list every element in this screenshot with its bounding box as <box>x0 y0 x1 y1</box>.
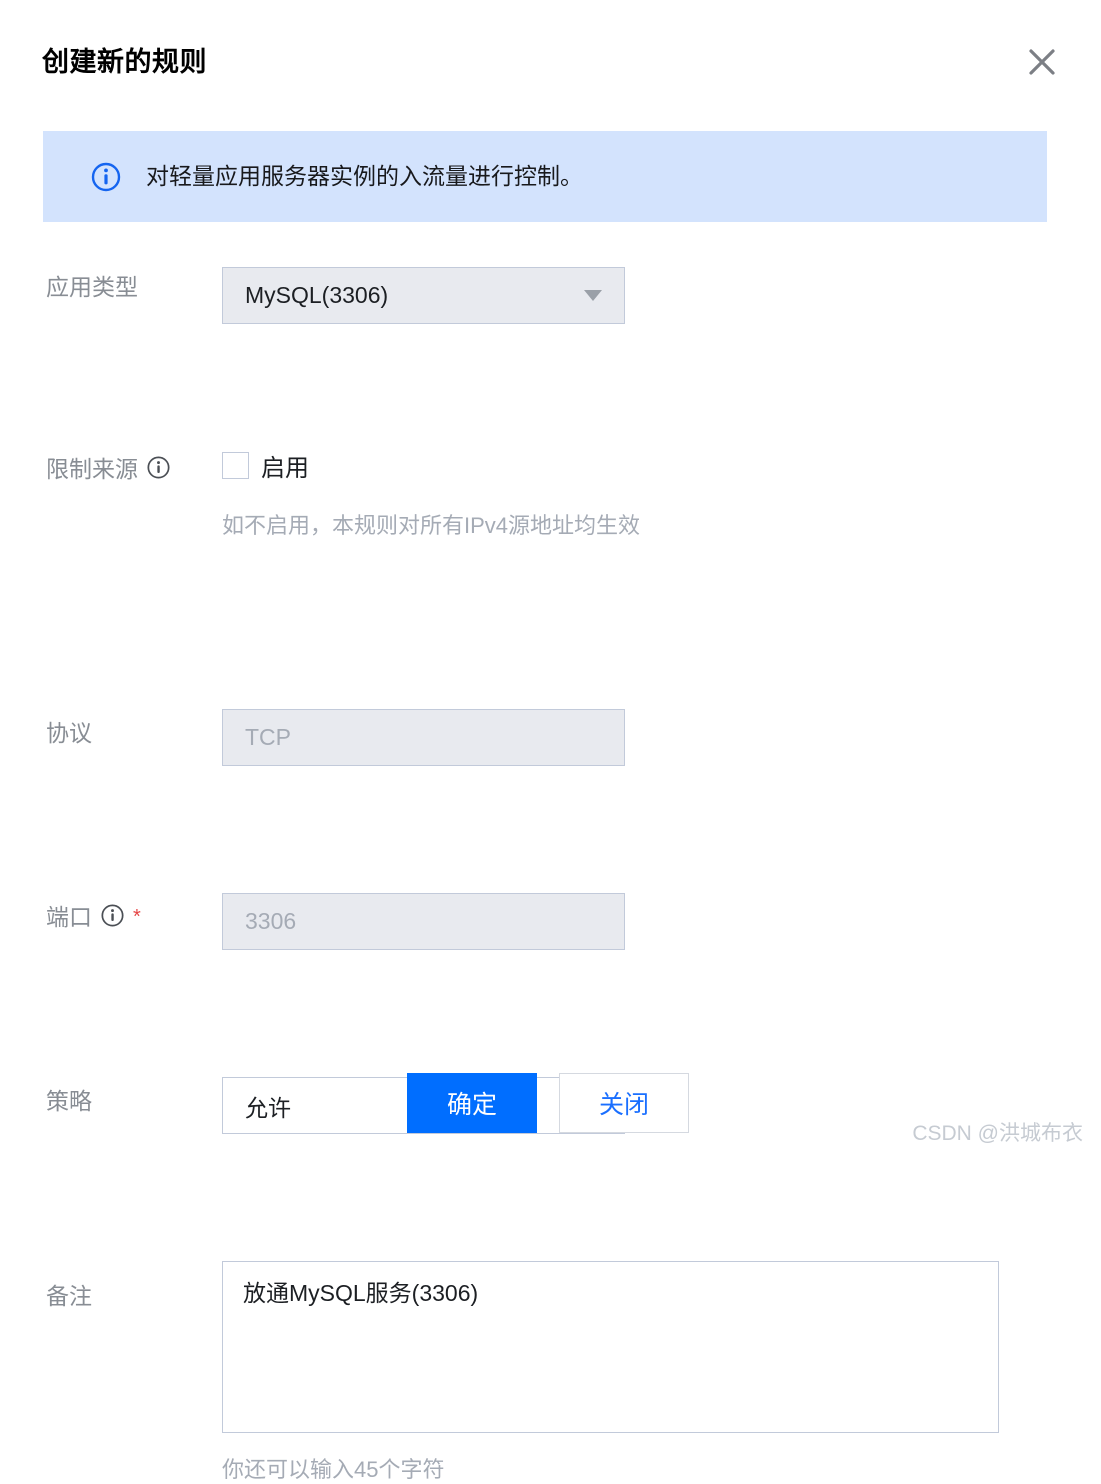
field-policy: 策略 允许 <box>0 658 1101 1134</box>
app-type-label-text: 应用类型 <box>46 274 138 300</box>
page-title: 创建新的规则 <box>42 47 207 77</box>
field-protocol: 协议 <box>0 474 1101 766</box>
field-remark: 备注 你还可以输入45个字符 <box>0 750 1101 1482</box>
field-source-limit: 限制来源 启用 如不启用，本规则对所有IPv4源地址均生效 <box>0 338 1101 538</box>
remark-label-text: 备注 <box>46 1283 92 1309</box>
info-circle-icon <box>91 162 121 191</box>
info-banner: 对轻量应用服务器实例的入流量进行控制。 <box>43 131 1047 222</box>
field-label-remark: 备注 <box>46 1277 92 1311</box>
remark-textarea[interactable] <box>222 1261 999 1433</box>
rule-form: 应用类型 MySQL(3306) 限制来源 启用 如不启用，本规则对所有IPv4… <box>0 252 1101 1482</box>
field-label-app-type: 应用类型 <box>46 268 138 302</box>
app-type-value: MySQL(3306) <box>245 282 389 308</box>
close-icon[interactable] <box>1025 45 1059 79</box>
remark-char-counter: 你还可以输入45个字符 <box>222 1457 445 1482</box>
field-port: 端口 * <box>0 566 1101 950</box>
app-type-select[interactable]: MySQL(3306) <box>222 267 625 324</box>
close-button[interactable]: 关闭 <box>559 1073 689 1133</box>
field-app-type: 应用类型 MySQL(3306) <box>0 252 1101 338</box>
chevron-down-icon <box>584 290 602 301</box>
watermark: CSDN @洪城布衣 <box>912 1122 1083 1145</box>
dialog-header: 创建新的规则 <box>0 0 1101 112</box>
confirm-button[interactable]: 确定 <box>407 1073 537 1133</box>
info-banner-text: 对轻量应用服务器实例的入流量进行控制。 <box>146 163 583 190</box>
create-rule-dialog: 创建新的规则 对轻量应用服务器实例的入流量进行控制。 应用类型 MySQL(33… <box>0 0 1101 1482</box>
